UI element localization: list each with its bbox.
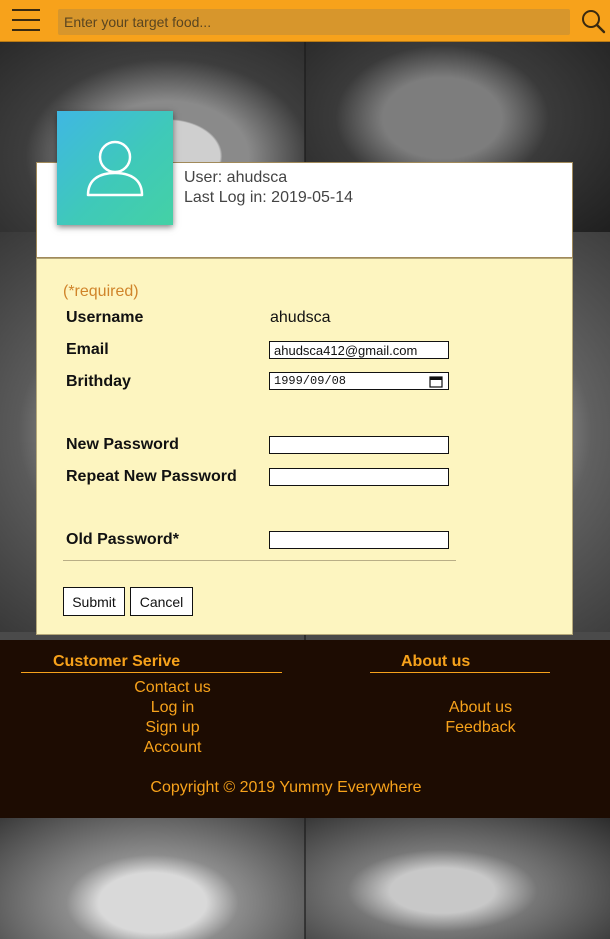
hamburger-menu-icon[interactable] bbox=[12, 9, 40, 33]
footer-rule bbox=[370, 672, 550, 673]
user-silhouette-icon bbox=[86, 140, 144, 197]
food-photo bbox=[305, 818, 610, 939]
calendar-icon[interactable] bbox=[429, 375, 443, 388]
username-value: ahudsca bbox=[270, 309, 331, 326]
avatar bbox=[57, 111, 173, 225]
birthday-field[interactable]: 1999/09/08 bbox=[269, 372, 449, 390]
search-input[interactable] bbox=[58, 9, 570, 35]
customer-service-heading: Customer Serive bbox=[53, 653, 181, 670]
footer-link-account[interactable]: Account bbox=[100, 739, 245, 757]
submit-button[interactable]: Submit bbox=[63, 587, 125, 616]
birthday-label: Brithday bbox=[66, 373, 131, 390]
copyright: Copyright © 2019 Yummy Everywhere bbox=[150, 779, 422, 796]
search-icon[interactable] bbox=[580, 8, 606, 34]
repeat-password-label: Repeat New Password bbox=[66, 468, 237, 485]
required-note: (*required) bbox=[63, 283, 139, 300]
footer-link-feedback[interactable]: Feedback bbox=[410, 719, 551, 737]
cancel-button[interactable]: Cancel bbox=[130, 587, 193, 616]
footer-link-contact[interactable]: Contact us bbox=[100, 679, 245, 697]
footer-link-about[interactable]: About us bbox=[410, 699, 551, 717]
food-photo bbox=[0, 818, 305, 939]
top-bar bbox=[0, 0, 610, 42]
footer-link-login[interactable]: Log in bbox=[100, 699, 245, 717]
footer-link-signup[interactable]: Sign up bbox=[100, 719, 245, 737]
footer-rule bbox=[21, 672, 282, 673]
username-label: Username bbox=[66, 309, 144, 326]
new-password-label: New Password bbox=[66, 436, 179, 453]
email-label: Email bbox=[66, 341, 109, 358]
form-divider bbox=[63, 560, 456, 561]
email-field[interactable] bbox=[269, 341, 449, 359]
repeat-password-field[interactable] bbox=[269, 468, 449, 486]
old-password-field[interactable] bbox=[269, 531, 449, 549]
about-heading: About us bbox=[401, 653, 471, 670]
old-password-label: Old Password* bbox=[66, 531, 179, 548]
last-login-display: Last Log in: 2019-05-14 bbox=[184, 189, 354, 206]
new-password-field[interactable] bbox=[269, 436, 449, 454]
username-display: User: ahudsca bbox=[184, 169, 288, 186]
